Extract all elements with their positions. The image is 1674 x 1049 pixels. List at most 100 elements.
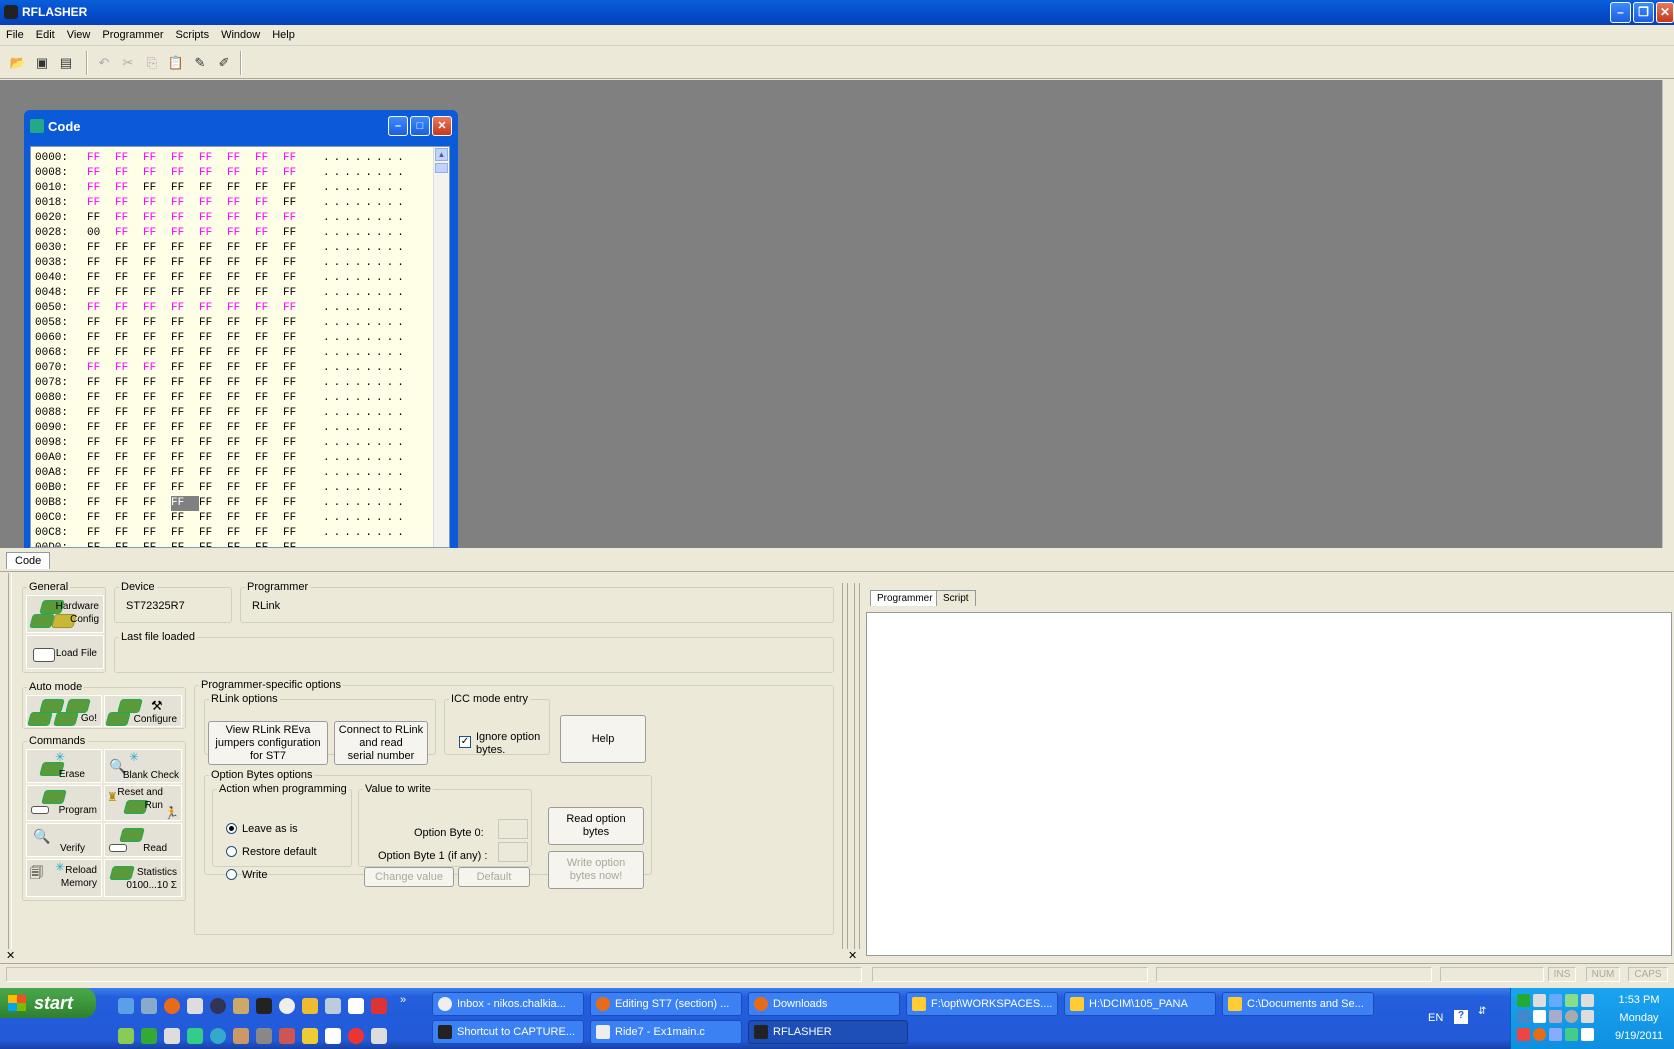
configure-button[interactable]: ⚒ Configure <box>104 695 182 727</box>
tray-icon[interactable] <box>1533 1028 1546 1041</box>
blank-check-button[interactable]: 🔍 ✳ Blank Check <box>104 749 182 783</box>
hex-byte[interactable]: FF <box>255 376 283 391</box>
hex-byte[interactable]: FF <box>143 301 171 316</box>
paste-icon[interactable]: 📋 <box>166 53 186 73</box>
hex-byte[interactable]: FF <box>283 241 311 256</box>
hex-byte[interactable]: FF <box>199 241 227 256</box>
hex-byte[interactable]: FF <box>143 256 171 271</box>
help-button[interactable]: Help <box>560 715 646 763</box>
hex-byte[interactable]: FF <box>143 166 171 181</box>
hex-byte[interactable]: FF <box>115 436 143 451</box>
open-folder-icon[interactable]: 📂 <box>8 53 28 73</box>
tray-icon[interactable] <box>1517 1028 1530 1041</box>
hex-byte[interactable]: FF <box>283 226 311 241</box>
radio-restore-default[interactable] <box>226 846 237 857</box>
hex-byte[interactable]: FF <box>199 271 227 286</box>
hex-byte[interactable]: FF <box>115 391 143 406</box>
hex-byte[interactable]: FF <box>171 346 199 361</box>
hex-byte[interactable]: FF <box>283 526 311 541</box>
reset-run-button[interactable]: ♜ Reset and Run 🏃 <box>104 785 182 821</box>
hex-ascii[interactable]: ........ <box>323 316 408 331</box>
hex-row[interactable]: 00D0: FF FF FF FF FF FF FF FF........ <box>35 541 408 547</box>
cmd-icon[interactable] <box>256 998 272 1014</box>
hex-byte[interactable]: FF <box>255 466 283 481</box>
connect-rlink-button[interactable]: Connect to RLink and read serial number <box>334 721 428 765</box>
pencil-icon[interactable]: ✎ <box>190 53 210 73</box>
hex-byte[interactable]: FF <box>115 331 143 346</box>
hex-byte[interactable]: FF <box>199 346 227 361</box>
default-button[interactable]: Default <box>458 867 530 887</box>
camera-icon[interactable] <box>371 1028 387 1044</box>
hex-byte[interactable]: FF <box>115 241 143 256</box>
radio-leave-as-is[interactable] <box>226 823 237 834</box>
hex-byte[interactable]: FF <box>143 541 171 547</box>
hex-byte[interactable]: FF <box>283 301 311 316</box>
app-icon[interactable] <box>371 998 387 1014</box>
hex-byte[interactable]: FF <box>199 496 227 511</box>
hex-byte[interactable]: FF <box>115 526 143 541</box>
hex-byte[interactable]: FF <box>199 316 227 331</box>
hex-byte[interactable]: FF <box>255 301 283 316</box>
red-icon[interactable] <box>348 1028 364 1044</box>
hex-byte[interactable]: FF <box>227 331 255 346</box>
hex-byte[interactable]: FF <box>283 331 311 346</box>
hex-byte[interactable]: FF <box>87 436 115 451</box>
hex-byte[interactable]: FF <box>171 511 199 526</box>
hex-ascii[interactable]: ........ <box>323 256 408 271</box>
box-icon[interactable] <box>233 1028 249 1044</box>
hex-byte[interactable]: FF <box>255 151 283 166</box>
hex-byte[interactable]: FF <box>171 526 199 541</box>
hex-byte[interactable]: FF <box>115 541 143 547</box>
tab-script[interactable]: Script <box>936 590 976 606</box>
hex-ascii[interactable]: ........ <box>323 151 408 166</box>
option-byte-0-input[interactable] <box>498 819 528 839</box>
hex-byte[interactable]: FF <box>227 151 255 166</box>
code-minimize-button[interactable]: – <box>388 116 408 136</box>
hex-byte[interactable]: FF <box>283 166 311 181</box>
hex-byte[interactable]: FF <box>199 466 227 481</box>
hex-byte[interactable]: FF <box>115 481 143 496</box>
hex-byte[interactable]: FF <box>227 301 255 316</box>
hex-byte[interactable]: FF <box>143 466 171 481</box>
hex-byte[interactable]: FF <box>199 286 227 301</box>
hex-byte[interactable]: FF <box>87 271 115 286</box>
hex-byte[interactable]: FF <box>143 406 171 421</box>
hex-byte[interactable]: FF <box>199 256 227 271</box>
hex-byte[interactable]: FF <box>283 211 311 226</box>
hex-byte[interactable]: FF <box>255 481 283 496</box>
hex-byte[interactable]: FF <box>171 391 199 406</box>
hex-byte[interactable]: FF <box>115 496 143 511</box>
quicklaunch-chevron-icon[interactable]: » <box>400 994 406 1006</box>
programmer-output[interactable] <box>866 612 1672 956</box>
center-pane-close-icon[interactable]: ✕ <box>848 949 857 962</box>
folder-icon[interactable] <box>302 998 318 1014</box>
task-inbox[interactable]: Inbox - nikos.chalkia... <box>432 992 584 1016</box>
hex-byte[interactable]: FF <box>115 151 143 166</box>
tray-app-icon[interactable] <box>118 1028 134 1044</box>
hex-byte[interactable]: FF <box>227 391 255 406</box>
hex-byte[interactable]: FF <box>227 436 255 451</box>
hex-byte[interactable]: FF <box>199 181 227 196</box>
hex-byte[interactable]: FF <box>87 496 115 511</box>
hex-byte[interactable]: FF <box>171 166 199 181</box>
hex-byte[interactable]: FF <box>115 226 143 241</box>
hex-byte[interactable]: FF <box>143 481 171 496</box>
hex-byte[interactable]: FF <box>227 271 255 286</box>
mail-icon[interactable] <box>348 998 364 1014</box>
hex-ascii[interactable]: ........ <box>323 481 408 496</box>
hex-byte[interactable]: FF <box>255 211 283 226</box>
hex-byte[interactable]: FF <box>115 316 143 331</box>
hex-byte[interactable]: FF <box>227 496 255 511</box>
hex-byte[interactable]: FF <box>283 511 311 526</box>
tray-icon[interactable] <box>1565 1010 1578 1023</box>
hex-byte[interactable]: FF <box>115 346 143 361</box>
hex-byte[interactable]: FF <box>87 211 115 226</box>
hex-byte[interactable]: FF <box>227 481 255 496</box>
hex-byte[interactable]: FF <box>227 421 255 436</box>
hex-byte[interactable]: FF <box>143 286 171 301</box>
infinity-icon[interactable] <box>141 1028 157 1044</box>
hex-byte[interactable]: FF <box>255 511 283 526</box>
hex-byte[interactable]: FF <box>199 226 227 241</box>
mdi-scrollbar[interactable] <box>1662 80 1674 548</box>
hex-byte[interactable]: FF <box>227 376 255 391</box>
